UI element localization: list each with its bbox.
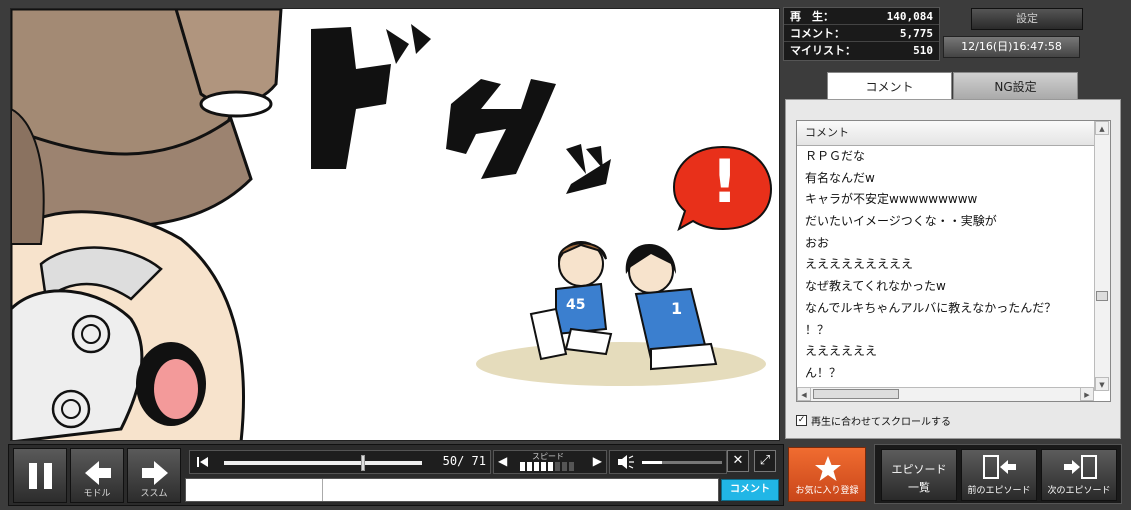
page-counter: 50/ 71 [442, 454, 486, 468]
volume-fill [642, 461, 662, 464]
episode-list-line1: エピソード [891, 463, 947, 476]
jersey-number-right: 1 [671, 299, 683, 318]
comment-row[interactable]: ！？ [797, 320, 1094, 342]
views-row: 再 生： 140,084 [784, 8, 939, 25]
prev-episode-icon [983, 455, 1016, 479]
back-label: モドル [83, 489, 111, 499]
star-icon [815, 456, 841, 481]
seek-track[interactable] [224, 455, 422, 471]
episode-list-button[interactable]: エピソード 一覧 [881, 449, 957, 501]
comment-row[interactable]: ん！？ [797, 363, 1094, 385]
pause-icon [29, 463, 52, 489]
autoscroll-checkbox[interactable]: ✓ [796, 415, 807, 426]
scroll-right-icon[interactable]: ▶ [1080, 387, 1094, 401]
page-seekbar[interactable]: 50/ 71 [189, 450, 491, 474]
stats-box: 再 生： 140,084 コメント： 5,775 マイリスト： 510 [783, 7, 940, 61]
mylist-value: 510 [913, 44, 933, 57]
settings-button[interactable]: 設定 [971, 8, 1083, 30]
forward-button[interactable]: ススム [127, 448, 181, 503]
next-episode-icon [1064, 455, 1097, 479]
comment-input[interactable] [185, 478, 719, 502]
forward-label: ススム [140, 489, 168, 499]
speed-decrease-icon[interactable]: ◀ [498, 454, 507, 468]
comment-row[interactable]: ＲＰＧだな [797, 146, 1094, 168]
speed-increase-icon[interactable]: ▶ [593, 454, 602, 468]
speaker-icon[interactable] [614, 451, 636, 473]
scroll-thumb-vertical[interactable] [1096, 291, 1108, 301]
scroll-up-icon[interactable]: ▲ [1095, 121, 1109, 135]
volume-control[interactable] [609, 450, 727, 474]
scroll-down-icon[interactable]: ▼ [1095, 377, 1109, 391]
comment-row[interactable]: キャラが不安定wwwwwwwww [797, 189, 1094, 211]
seek-fill [224, 461, 364, 465]
manga-page [11, 9, 773, 440]
control-bar: モドル ススム 50/ 71 ◀ スピード ▶ ✕ ⤢ コメント [8, 444, 784, 506]
next-episode-label: 次のエピソード [1047, 486, 1111, 496]
tab-ng-settings[interactable]: NG設定 [953, 72, 1078, 100]
speed-meter[interactable] [520, 462, 574, 471]
comments-value: 5,775 [899, 27, 933, 40]
episode-list-line2: 一覧 [908, 481, 930, 494]
comment-row[interactable]: ええええええ [797, 341, 1094, 363]
favorite-label: お気に入り登録 [795, 486, 859, 496]
comment-vertical-scrollbar[interactable]: ▲ ▼ [1094, 121, 1110, 391]
pause-button[interactable] [13, 448, 67, 503]
comment-row[interactable]: だいたいイメージつくな・・実験が [797, 211, 1094, 233]
scroll-thumb-horizontal[interactable] [813, 389, 899, 399]
comment-row[interactable]: えええええええええ [797, 254, 1094, 276]
comments-label: コメント： [790, 27, 845, 40]
comment-list-header[interactable]: コメント [797, 121, 1110, 146]
tab-comment[interactable]: コメント [827, 72, 952, 101]
skip-to-start-icon[interactable] [192, 451, 214, 473]
add-favorite-button[interactable]: お気に入り登録 [788, 447, 866, 502]
seek-thumb[interactable] [361, 455, 366, 471]
comment-panel: コメント ＲＰＧだな 有名なんだw キャラが不安定wwwwwwwww だいたいイ… [785, 99, 1121, 439]
comment-row[interactable]: なぜ教えてくれなかったw [797, 276, 1094, 298]
comment-row[interactable]: おお [797, 233, 1094, 255]
input-separator [322, 479, 323, 501]
post-comment-button[interactable]: コメント [721, 479, 779, 501]
speed-label: スピード [532, 452, 564, 461]
prev-episode-button[interactable]: 前のエピソード [961, 449, 1037, 501]
comment-list[interactable]: コメント ＲＰＧだな 有名なんだw キャラが不安定wwwwwwwww だいたいイ… [796, 120, 1111, 402]
manga-exclaim: ! [711, 147, 739, 217]
views-label: 再 生： [790, 10, 834, 23]
prev-episode-label: 前のエピソード [967, 486, 1031, 496]
autoscroll-label: 再生に合わせてスクロールする [811, 417, 951, 428]
scroll-left-icon[interactable]: ◀ [797, 387, 811, 401]
datetime-display: 12/16(日)16:47:58 [943, 36, 1080, 58]
comments-row: コメント： 5,775 [784, 25, 939, 42]
comment-horizontal-scrollbar[interactable]: ◀ ▶ [797, 387, 1094, 401]
autoscroll-option[interactable]: ✓ 再生に合わせてスクロールする [796, 413, 951, 428]
next-episode-button[interactable]: 次のエピソード [1041, 449, 1117, 501]
side-panel: 再 生： 140,084 コメント： 5,775 マイリスト： 510 設定 1… [783, 5, 1126, 441]
comment-rows: ＲＰＧだな 有名なんだw キャラが不安定wwwwwwwww だいたいイメージつく… [797, 146, 1094, 385]
manga-viewer[interactable]: ! 45 1 ド サ ッ [10, 8, 780, 441]
mylist-row: マイリスト： 510 [784, 42, 939, 59]
comment-row[interactable]: なんでルキちゃんアルバに教えなかったんだ？ [797, 298, 1094, 320]
jersey-number-left: 45 [566, 297, 586, 313]
comment-row[interactable]: 有名なんだw [797, 168, 1094, 190]
volume-track[interactable] [642, 461, 722, 464]
speed-control[interactable]: ◀ スピード ▶ [493, 450, 607, 474]
episode-navigation: エピソード 一覧 前のエピソード 次のエピソード [874, 444, 1122, 504]
views-value: 140,084 [886, 10, 933, 23]
comment-toggle-icon[interactable]: ✕ [727, 450, 749, 472]
mylist-label: マイリスト： [790, 44, 856, 57]
back-button[interactable]: モドル [70, 448, 124, 503]
fullscreen-icon[interactable]: ⤢ [754, 450, 776, 472]
